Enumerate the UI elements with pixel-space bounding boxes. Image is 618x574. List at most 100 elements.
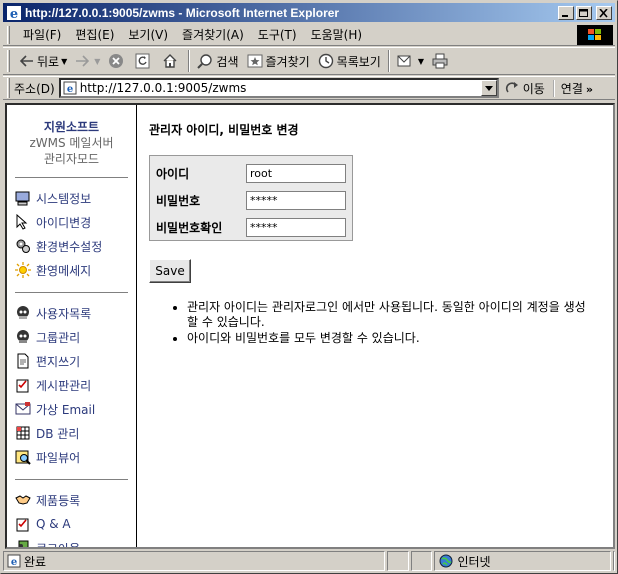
database-icon (16, 426, 30, 440)
main-content: 관리자 아이디, 비밀번호 변경 아이디 비밀번호 비밀번호확인 Save 관리… (147, 105, 607, 545)
sidebar-item-group-manage[interactable]: 그룹관리 (15, 325, 136, 349)
links-button[interactable]: 연결» (552, 79, 593, 97)
sidebar-item-system-info[interactable]: 시스템정보 (15, 186, 136, 210)
sidebar-item-label: 게시판관리 (36, 378, 92, 393)
title-bar[interactable]: e http://127.0.0.1:9005/zwms - Microsoft… (3, 3, 615, 22)
favorites-button[interactable]: 즐겨찾기 (243, 51, 314, 72)
search-button[interactable]: 검색 (193, 51, 242, 72)
menubar-grip[interactable] (7, 25, 10, 44)
chevron-right-icon: » (585, 82, 593, 96)
mail-button[interactable]: ▼ (393, 51, 428, 71)
users-icon (17, 306, 29, 319)
chevron-down-icon (484, 85, 493, 91)
status-pane: e 완료 (3, 551, 386, 571)
nav-group-misc: 제품등록 Q & A 로그아웃 (7, 488, 136, 549)
sidebar-item-product-register[interactable]: 제품등록 (15, 488, 136, 512)
menu-file[interactable]: 파일(F) (16, 24, 68, 45)
standard-toolbar: 뒤로 ▼ ▼ 검색 즐겨찾기 목록보기 ▼ (3, 47, 615, 75)
stop-button[interactable] (104, 51, 131, 71)
forward-arrow-icon (76, 55, 90, 67)
password-label: 비밀번호 (156, 194, 201, 208)
resize-grip[interactable] (612, 551, 615, 571)
address-url[interactable]: http://127.0.0.1:9005/zwms (80, 81, 481, 95)
sidebar-item-label: 편지쓰기 (36, 354, 81, 369)
favorites-star-icon (247, 54, 262, 68)
forward-dropdown-icon[interactable]: ▼ (94, 57, 100, 66)
question-icon (16, 518, 29, 532)
home-button[interactable] (158, 51, 185, 71)
links-label: 연결 (560, 81, 583, 96)
svg-text:e: e (11, 557, 17, 568)
page-done-icon: e (7, 554, 21, 568)
sidebar-item-write-mail[interactable]: 편지쓰기 (15, 349, 136, 373)
address-input[interactable]: e http://127.0.0.1:9005/zwms (58, 78, 499, 98)
menu-edit[interactable]: 편집(E) (68, 24, 121, 45)
address-bar: 주소(D) e http://127.0.0.1:9005/zwms 이동 연결… (3, 76, 615, 100)
nav-group-users: 사용자목록 그룹관리 편지쓰기 게시판관리 가상 Email DB 관리 파일뷰… (7, 301, 136, 469)
toolbar-grip[interactable] (7, 50, 10, 72)
gears-icon (16, 239, 30, 253)
address-dropdown-button[interactable] (480, 80, 497, 96)
sidebar-item-user-list[interactable]: 사용자목록 (15, 301, 136, 325)
menu-help[interactable]: 도움말(H) (304, 24, 370, 45)
sidebar-item-db-manage[interactable]: DB 관리 (15, 421, 136, 445)
sidebar-item-board-manage[interactable]: 게시판관리 (15, 373, 136, 397)
form-row-password: 비밀번호 (156, 187, 346, 214)
sidebar-item-label: DB 관리 (36, 426, 80, 441)
back-label: 뒤로 (37, 54, 60, 69)
logout-icon (18, 540, 29, 547)
sidebar-item-label: 제품등록 (36, 493, 81, 508)
security-zone-pane[interactable]: 인터넷 (434, 551, 611, 571)
form-row-password-confirm: 비밀번호확인 (156, 214, 346, 241)
sidebar-item-label: 아이디변경 (36, 215, 92, 230)
checklist-icon (16, 379, 29, 393)
menu-tools[interactable]: 도구(T) (251, 24, 304, 45)
sidebar-item-env-settings[interactable]: 환경변수설정 (15, 234, 136, 258)
history-icon (318, 53, 333, 69)
go-button[interactable]: 이동 (505, 80, 545, 97)
refresh-button[interactable] (131, 51, 158, 71)
sidebar-item-logout[interactable]: 로그아웃 (15, 536, 136, 549)
back-dropdown-icon[interactable]: ▼ (61, 57, 67, 66)
svg-text:e: e (10, 7, 18, 21)
brand-name: 지원소프트 (43, 120, 100, 134)
sidebar-item-virtual-email[interactable]: 가상 Email (15, 397, 136, 421)
menu-favorites[interactable]: 즐겨찾기(A) (175, 24, 251, 45)
sidebar-item-qna[interactable]: Q & A (15, 512, 136, 536)
minimize-button[interactable] (558, 5, 574, 20)
addressbar-grip[interactable] (7, 78, 10, 98)
brand-subtitle: zWMS 메일서버 (29, 136, 114, 150)
sidebar-divider (15, 479, 128, 480)
history-label: 목록보기 (336, 54, 381, 69)
mail-dropdown-icon[interactable]: ▼ (418, 57, 424, 66)
maximize-icon (579, 8, 588, 17)
go-label: 이동 (522, 81, 545, 96)
sidebar-item-label: 시스템정보 (36, 191, 92, 206)
maximize-button[interactable] (576, 5, 592, 20)
sidebar-item-change-id[interactable]: 아이디변경 (15, 210, 136, 234)
password-confirm-input[interactable] (246, 218, 346, 237)
mail-icon (397, 55, 411, 67)
admin-sidebar: 지원소프트 zWMS 메일서버 관리자모드 시스템정보 아이디변경 환경변수설정 (7, 105, 137, 547)
forward-button[interactable]: ▼ (71, 53, 104, 69)
sidebar-item-label: 로그아웃 (36, 541, 81, 549)
print-button[interactable] (428, 51, 455, 71)
address-label: 주소(D) (14, 81, 55, 96)
mail-icon (15, 402, 31, 415)
printer-icon (432, 53, 448, 69)
sidebar-item-file-viewer[interactable]: 파일뷰어 (15, 445, 136, 469)
close-button[interactable] (596, 5, 612, 20)
sidebar-divider (15, 292, 128, 293)
sidebar-item-label: 그룹관리 (36, 330, 81, 345)
menu-view[interactable]: 보기(V) (121, 24, 175, 45)
sidebar-item-welcome-message[interactable]: 환영메세지 (15, 258, 136, 282)
help-notes: 관리자 아이디는 관리자로그인 에서만 사용됩니다. 동일한 아이디의 계정을 … (173, 300, 593, 347)
back-button[interactable]: 뒤로 ▼ (16, 51, 71, 72)
save-button[interactable]: Save (149, 259, 191, 283)
password-input[interactable] (246, 191, 346, 210)
history-button[interactable]: 목록보기 (314, 51, 385, 72)
search-label: 검색 (216, 54, 239, 69)
brand-mode: 관리자모드 (43, 152, 100, 166)
id-input[interactable] (246, 164, 346, 183)
windows-logo (577, 24, 613, 45)
